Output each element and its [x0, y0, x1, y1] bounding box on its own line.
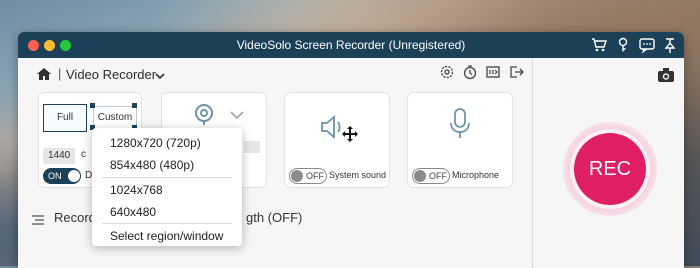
width-field[interactable]: 1440 — [43, 148, 75, 164]
webcam-icon — [192, 103, 216, 127]
full-option-label: Full — [56, 112, 74, 123]
dropdown-item[interactable]: 1024x768 — [110, 183, 163, 197]
mode-breadcrumb: | Video Recorder — [36, 64, 236, 84]
selection-handle[interactable] — [90, 103, 95, 108]
resolution-dropdown: 1280x720 (720p) 854x480 (480p) 1024x768 … — [92, 128, 242, 246]
microphone-card: OFF Microphone — [407, 92, 513, 188]
feedback-icon[interactable] — [638, 36, 656, 54]
pin-icon[interactable] — [661, 36, 679, 54]
height-field-partial: c — [81, 149, 86, 160]
microphone-toggle[interactable]: OFF — [412, 168, 450, 184]
dropdown-item[interactable]: 1280x720 (720p) — [110, 136, 201, 150]
display-toggle[interactable]: ON — [43, 168, 81, 184]
chevron-down-icon[interactable] — [230, 107, 244, 120]
system-sound-toggle-state: OFF — [306, 171, 324, 181]
schedule-clock-icon[interactable] — [462, 64, 478, 80]
move-cursor-icon — [341, 125, 359, 143]
microphone-icon[interactable] — [448, 107, 472, 141]
dropdown-item[interactable]: 640x480 — [110, 205, 156, 219]
width-value: 1440 — [48, 150, 71, 161]
selection-handle[interactable] — [132, 103, 137, 108]
microphone-toggle-state: OFF — [429, 171, 447, 181]
custom-region-option[interactable]: Custom — [93, 106, 137, 130]
key-icon[interactable] — [614, 36, 632, 54]
title-bar: VideoSolo Screen Recorder (Unregistered) — [18, 32, 684, 58]
custom-option-label: Custom — [97, 112, 133, 123]
rec-button[interactable]: REC — [574, 133, 646, 205]
settings-gear-icon[interactable] — [439, 64, 455, 80]
dropdown-divider — [102, 177, 232, 178]
mode-selector-label[interactable]: Video Recorder — [66, 67, 156, 82]
system-sound-card: OFF System sound — [284, 92, 390, 188]
recording-length-label[interactable]: gth (OFF) — [246, 210, 302, 225]
recording-history-icon[interactable] — [485, 64, 501, 80]
breadcrumb-separator: | — [58, 66, 62, 81]
dropdown-item[interactable]: 854x480 (480p) — [110, 158, 194, 172]
window-title: VideoSolo Screen Recorder (Unregistered) — [236, 38, 466, 52]
full-screen-option[interactable]: Full — [43, 104, 87, 132]
display-toggle-state: ON — [48, 171, 62, 181]
system-sound-label: System sound — [329, 170, 387, 180]
home-icon[interactable] — [36, 66, 52, 82]
list-icon[interactable] — [32, 212, 44, 225]
chevron-down-icon[interactable] — [154, 69, 166, 81]
export-icon[interactable] — [508, 64, 524, 80]
microphone-label: Microphone — [452, 170, 500, 180]
record-panel: REC — [532, 58, 684, 268]
dropdown-item[interactable]: Select region/window — [110, 229, 223, 243]
camera-icon[interactable] — [657, 66, 675, 84]
dropdown-divider — [102, 223, 232, 224]
cart-icon[interactable] — [590, 36, 608, 54]
system-sound-toggle[interactable]: OFF — [289, 168, 327, 184]
